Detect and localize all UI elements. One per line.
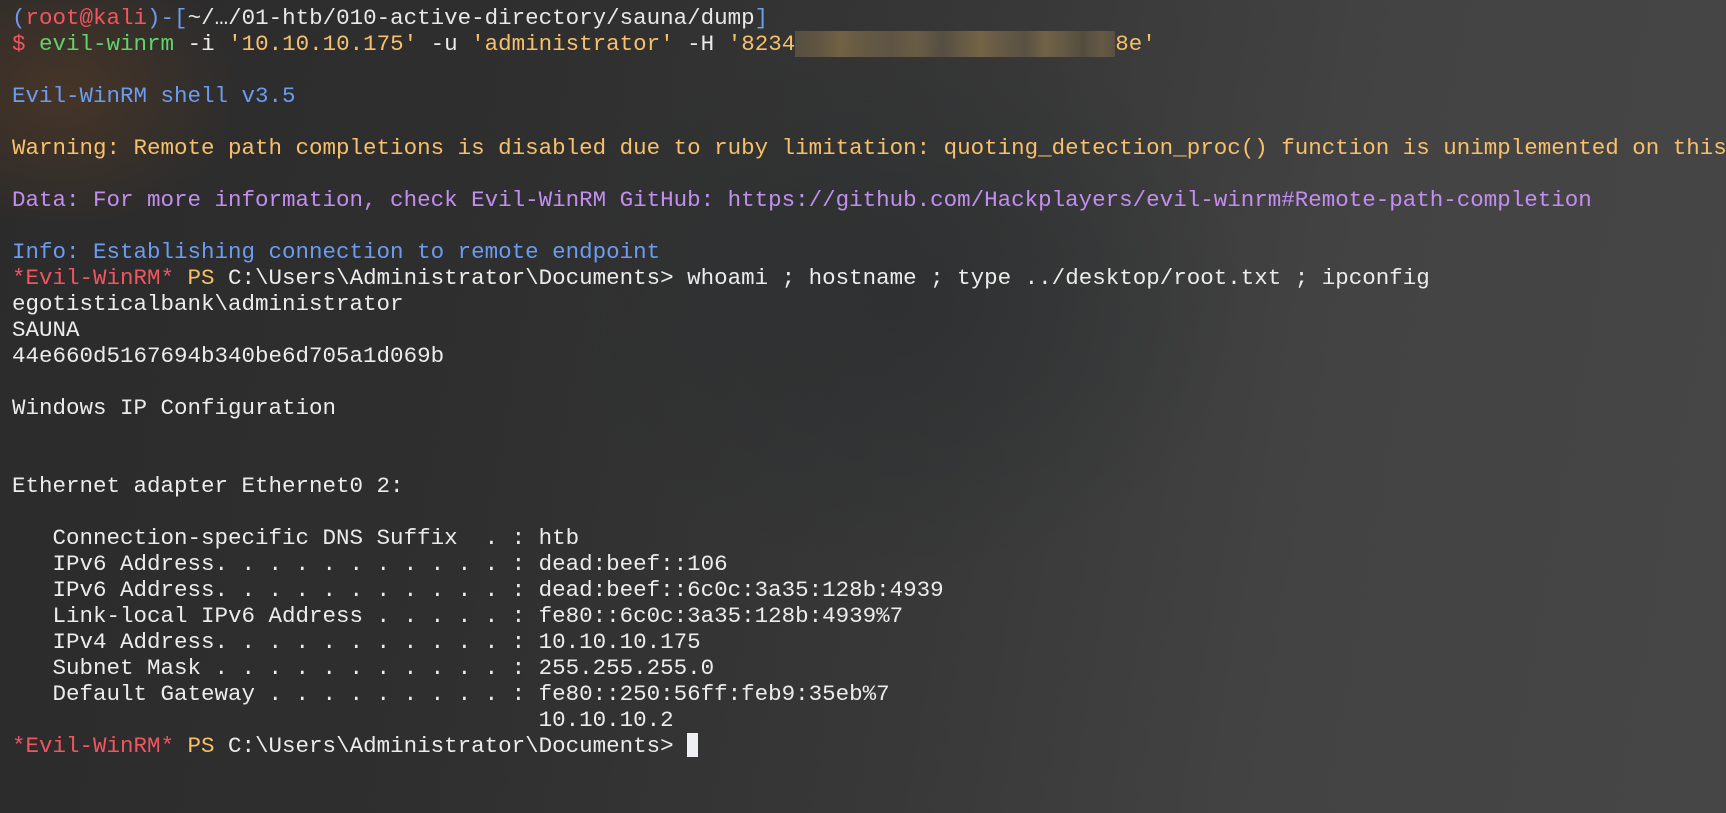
ps-label: PS	[174, 733, 229, 759]
prompt-close-bracket: ]	[754, 5, 769, 31]
ipconfig-row-ipv6-2: IPv6 Address. . . . . . . . . . . : dead…	[12, 577, 944, 603]
adapter-header: Ethernet adapter Ethernet0 2:	[12, 473, 404, 499]
flag-i: -i	[174, 31, 229, 57]
ps-prompt-line: *Evil-WinRM* PS C:\Users\Administrator\D…	[12, 265, 1726, 291]
data-line: Data: For more information, check Evil-W…	[12, 187, 1592, 213]
text-cursor[interactable]	[687, 733, 699, 758]
ps-path: C:\Users\Administrator\Documents>	[228, 733, 674, 759]
ps-path: C:\Users\Administrator\Documents>	[228, 265, 674, 291]
hostname-output: SAUNA	[12, 317, 80, 343]
banner-line: Evil-WinRM shell v3.5	[12, 83, 296, 109]
ipconfig-title: Windows IP Configuration	[12, 395, 337, 421]
ipconfig-row-dns-suffix: Connection-specific DNS Suffix . : htb	[12, 525, 580, 551]
ipconfig-row-ipv4: IPv4 Address. . . . . . . . . . . : 10.1…	[12, 629, 701, 655]
ps-prompt-tag: *Evil-WinRM*	[12, 733, 175, 759]
prompt-cwd: ~/…/01-htb/010-active-directory/sauna/du…	[187, 5, 755, 31]
ipconfig-row-gateway: Default Gateway . . . . . . . . . : fe80…	[12, 681, 890, 707]
hash-prefix: '8234	[727, 31, 796, 57]
ps-prompt-tag: *Evil-WinRM*	[12, 265, 175, 291]
shell-prompt-header: (root@kali)-[~/…/01-htb/010-active-direc…	[12, 5, 1726, 31]
root-flag-output: 44e660d5167694b340be6d705a1d069b	[12, 343, 445, 369]
flag-u: -u	[417, 31, 472, 57]
warning-line: Warning: Remote path completions is disa…	[12, 135, 1726, 161]
ps-label: PS	[174, 265, 229, 291]
flag-h: -H	[673, 31, 728, 57]
command-program: evil-winrm	[39, 31, 175, 57]
command-line: $ evil-winrm -i '10.10.10.175' -u 'admin…	[12, 31, 1726, 57]
prompt-open-paren: (	[12, 5, 26, 31]
dollar-sign: $	[12, 31, 26, 57]
whoami-output: egotisticalbank\administrator	[12, 291, 404, 317]
ipconfig-row-subnet: Subnet Mask . . . . . . . . . . . : 255.…	[12, 655, 715, 681]
redacted-hash-blur	[795, 31, 1116, 57]
prompt-user-host: root@kali	[25, 5, 148, 31]
prompt-separator: )-[	[147, 5, 188, 31]
ps-prompt-current[interactable]: *Evil-WinRM* PS C:\Users\Administrator\D…	[12, 733, 1726, 759]
ipconfig-row-gateway-2: 10.10.10.2	[12, 707, 674, 733]
terminal-window[interactable]: (root@kali)-[~/…/01-htb/010-active-direc…	[12, 5, 1726, 813]
info-line: Info: Establishing connection to remote …	[12, 239, 661, 265]
entered-command: whoami ; hostname ; type ../desktop/root…	[673, 265, 1430, 291]
ipconfig-row-link-local: Link-local IPv6 Address . . . . . : fe80…	[12, 603, 904, 629]
hash-suffix: 8e'	[1115, 31, 1156, 57]
user-argument: 'administrator'	[471, 31, 674, 57]
ipconfig-row-ipv6-1: IPv6 Address. . . . . . . . . . . : dead…	[12, 551, 728, 577]
ip-argument: '10.10.10.175'	[228, 31, 418, 57]
